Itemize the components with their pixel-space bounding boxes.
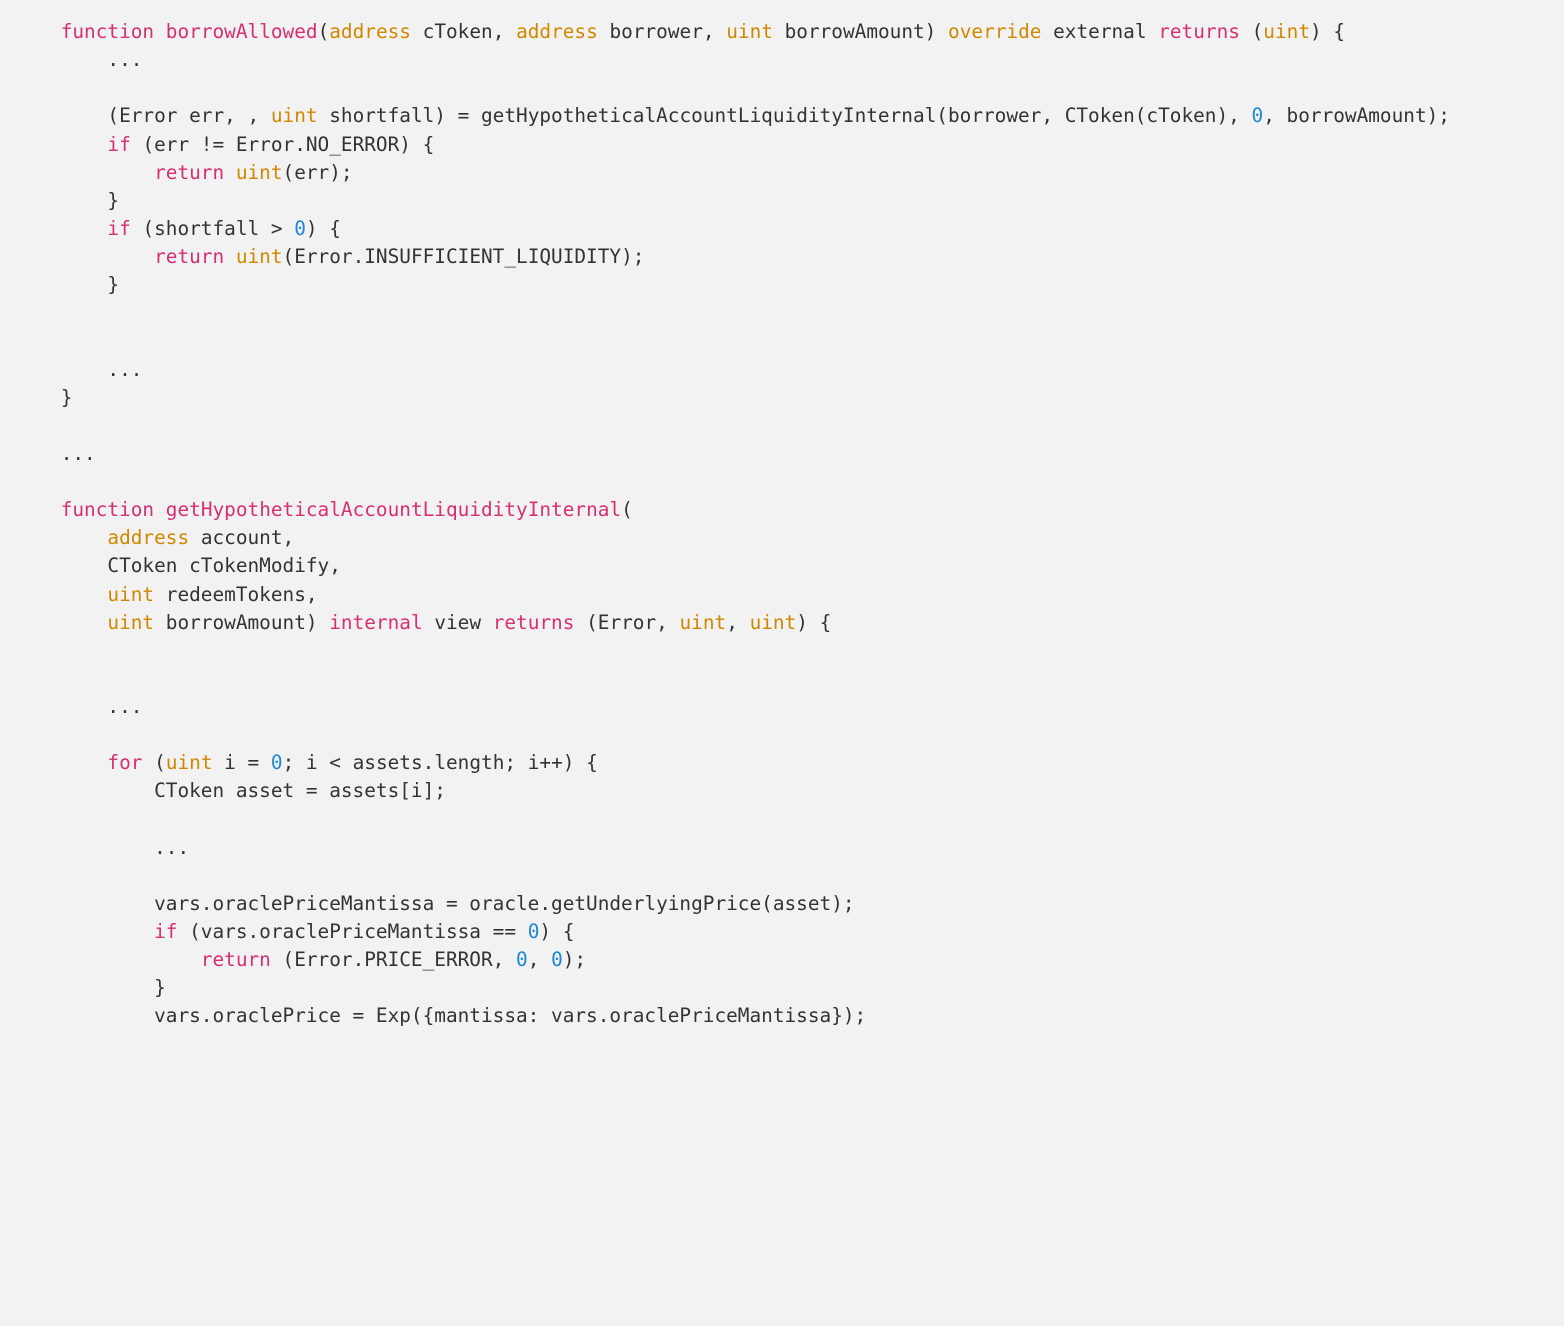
token-kw: if [107, 133, 130, 156]
token-kw: return [154, 161, 224, 184]
token-num: 0 [294, 217, 306, 240]
token-num: 0 [551, 948, 563, 971]
token-type: uint [166, 751, 213, 774]
token-type: uint [236, 245, 283, 268]
token-kw: for [107, 751, 142, 774]
token-fn: borrowAllowed [166, 20, 318, 43]
token-kw: function [61, 498, 154, 521]
token-type: uint [107, 611, 154, 634]
token-type: uint [726, 20, 773, 43]
token-num: 0 [528, 920, 540, 943]
token-num: 0 [516, 948, 528, 971]
token-kw: if [154, 920, 177, 943]
token-type: address [516, 20, 598, 43]
token-kw: if [107, 217, 130, 240]
token-kw: returns [493, 611, 575, 634]
token-type: address [107, 526, 189, 549]
token-type: uint [750, 611, 797, 634]
token-type: uint [107, 583, 154, 606]
token-type: uint [680, 611, 727, 634]
token-kw: internal [329, 611, 422, 634]
token-num: 0 [271, 751, 283, 774]
token-fn: getHypotheticalAccountLiquidityInternal [166, 498, 621, 521]
token-kw: return [201, 948, 271, 971]
token-num: 0 [1252, 104, 1264, 127]
code-block: function borrowAllowed(address cToken, a… [0, 0, 1564, 1045]
token-type: uint [271, 104, 318, 127]
token-mod: override [948, 20, 1041, 43]
token-kw: returns [1158, 20, 1240, 43]
token-kw: return [154, 245, 224, 268]
token-kw: function [61, 20, 154, 43]
token-type: uint [236, 161, 283, 184]
token-type: address [329, 20, 411, 43]
token-type: uint [1263, 20, 1310, 43]
